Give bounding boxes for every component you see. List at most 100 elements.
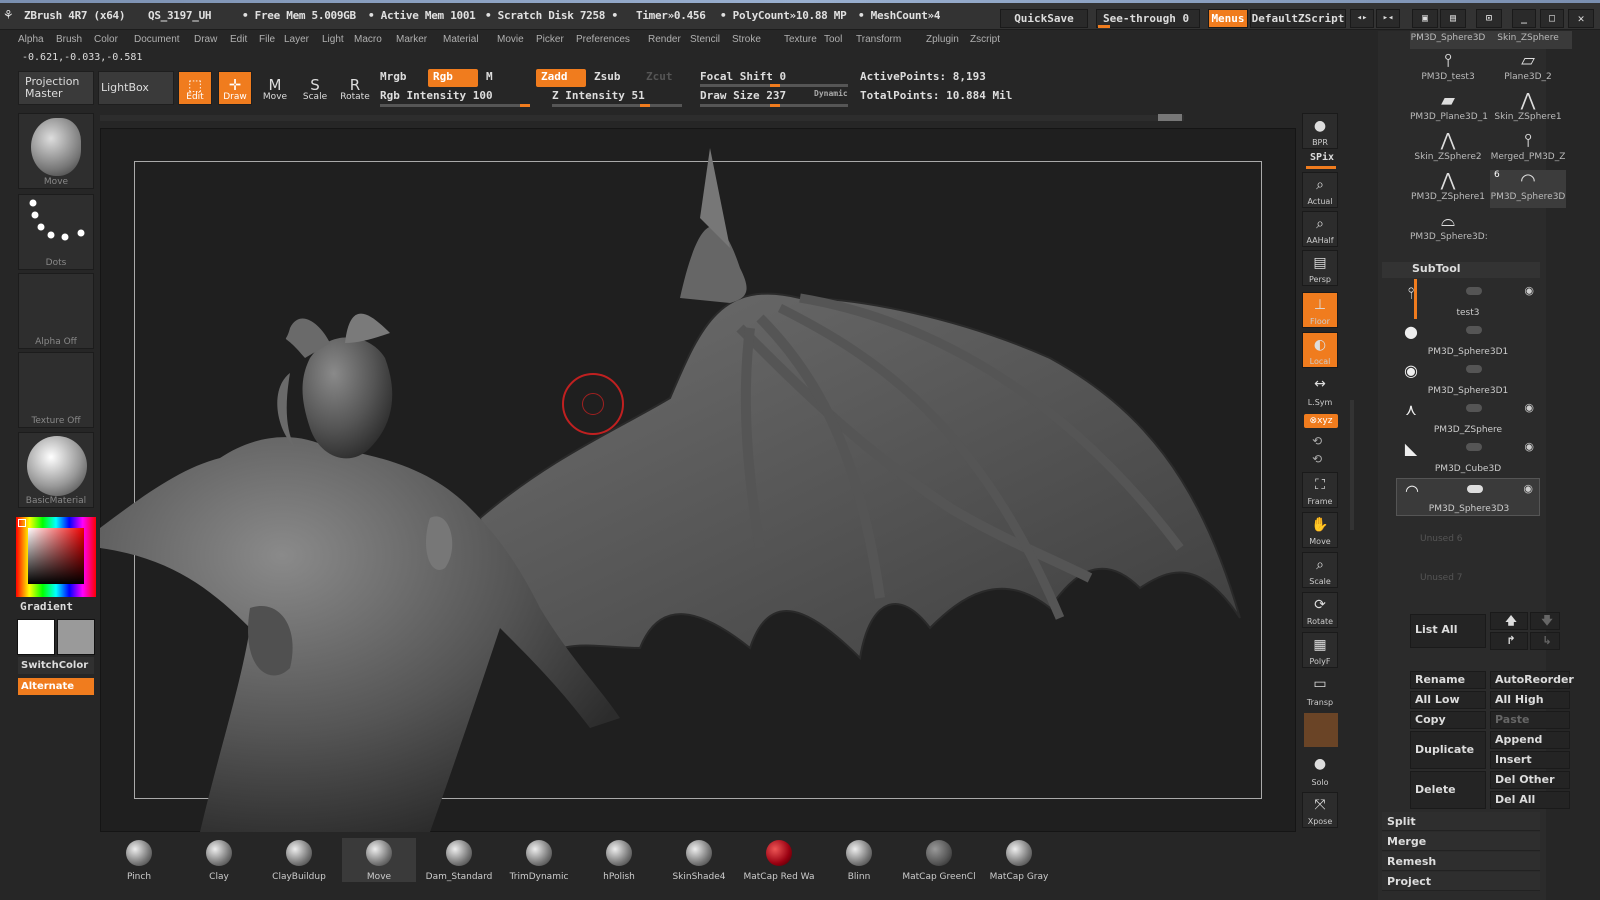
menu-alpha[interactable]: Alpha <box>18 34 44 45</box>
bpr-button[interactable]: ● BPR <box>1302 113 1338 149</box>
lock-icon[interactable]: ⊡ <box>1476 9 1502 28</box>
menu-color[interactable]: Color <box>94 34 118 45</box>
menu-zscript[interactable]: Zscript <box>970 34 1000 45</box>
subtool-3-toggle[interactable] <box>1466 404 1482 412</box>
layout-left-icon[interactable]: ◂▸ <box>1350 9 1374 28</box>
subtool-3-eye-icon[interactable]: ◉ <box>1524 401 1534 414</box>
menu-material[interactable]: Material <box>443 34 479 45</box>
switch-color-button[interactable]: SwitchColor <box>18 657 94 674</box>
scale-button[interactable]: S Scale <box>298 71 332 105</box>
menu-light[interactable]: Light <box>322 34 344 45</box>
subtool-0-eye-icon[interactable]: ◉ <box>1524 284 1534 297</box>
menu-tool[interactable]: Tool <box>824 34 842 45</box>
menu-stroke[interactable]: Stroke <box>732 34 761 45</box>
list-all-button[interactable]: List All <box>1410 614 1486 648</box>
undock-icon[interactable]: ▤ <box>1440 9 1466 28</box>
subtool-1-toggle[interactable] <box>1466 326 1482 334</box>
layout-right-icon[interactable]: ▸◂ <box>1376 9 1400 28</box>
brush-picker[interactable]: Move <box>18 113 94 189</box>
split-section[interactable]: Split <box>1382 812 1540 831</box>
move-left-arrow-icon[interactable]: ↳ <box>1530 632 1560 650</box>
ghost-button[interactable] <box>1304 713 1338 747</box>
material-picker[interactable]: BasicMaterial <box>18 432 94 508</box>
scale-view-button[interactable]: ⌕ Scale <box>1302 552 1338 588</box>
move-right-arrow-icon[interactable]: ↱ <box>1490 632 1528 650</box>
quicksave-button[interactable]: QuickSave <box>1000 9 1088 28</box>
xpose-button[interactable]: ⤧ Xpose <box>1302 792 1338 828</box>
subtool-row-0[interactable]: ⫯ ◉ test3 <box>1396 281 1540 319</box>
alternate-button[interactable]: Alternate <box>18 678 94 695</box>
subtool-4-eye-icon[interactable]: ◉ <box>1524 440 1534 453</box>
local-button[interactable]: ◐ Local <box>1302 332 1338 368</box>
menu-render[interactable]: Render <box>648 34 681 45</box>
all-low-button[interactable]: All Low <box>1410 691 1486 709</box>
menu-preferences[interactable]: Preferences <box>576 34 630 45</box>
menu-picker[interactable]: Picker <box>536 34 564 45</box>
stroke-picker[interactable]: Dots <box>18 194 94 270</box>
brush-dam-standard[interactable]: Dam_Standard <box>422 838 496 882</box>
subtool-0-toggle[interactable] <box>1466 287 1482 295</box>
color-picker-sv[interactable] <box>28 528 84 584</box>
rgb-intensity-slider[interactable] <box>380 104 530 107</box>
draw-size-knob[interactable] <box>770 104 780 107</box>
subtool-5-toggle[interactable] <box>1467 485 1483 493</box>
tool-item-3[interactable]: ▱ Plane3D_2 <box>1490 50 1566 88</box>
menu-file[interactable]: File <box>259 34 275 45</box>
menu-macro[interactable]: Macro <box>354 34 382 45</box>
shelf-scrollbar[interactable] <box>100 115 1184 121</box>
edit-button[interactable]: ⬚ Edit <box>178 71 212 105</box>
menu-stencil[interactable]: Stencil <box>690 34 720 45</box>
alpha-picker[interactable]: Alpha Off <box>18 273 94 349</box>
spix-slider[interactable] <box>1306 166 1336 169</box>
tool-item-6[interactable]: ⋀ Skin_ZSphere2 <box>1410 130 1486 168</box>
projection-master-button[interactable]: Projection Master <box>18 71 94 105</box>
brush-matcap-greencl[interactable]: MatCap GreenCl <box>902 838 976 882</box>
brush-skinshade4[interactable]: SkinShade4 <box>662 838 736 882</box>
draw-button[interactable]: ✛ Draw <box>218 71 252 105</box>
brush-hpolish[interactable]: hPolish <box>582 838 656 882</box>
rotate-button[interactable]: R Rotate <box>338 71 372 105</box>
rgb-toggle[interactable]: Rgb <box>428 69 478 87</box>
see-through-slider[interactable]: See-through 0 <box>1096 9 1200 28</box>
merge-section[interactable]: Merge <box>1382 832 1540 851</box>
minimize-icon[interactable]: _ <box>1512 9 1536 28</box>
rename-button[interactable]: Rename <box>1410 671 1486 689</box>
subtool-row-4[interactable]: ◣ ◉ PM3D_Cube3D <box>1396 437 1540 475</box>
auto-reorder-button[interactable]: AutoReorder <box>1490 671 1574 689</box>
menu-texture[interactable]: Texture <box>784 34 817 45</box>
floor-button[interactable]: ⊥ Floor <box>1302 292 1338 328</box>
rotate-axis-z-icon[interactable]: ⟲ <box>1312 452 1322 466</box>
subtool-row-1[interactable]: ● PM3D_Sphere3D1 <box>1396 320 1540 358</box>
actual-button[interactable]: ⌕ Actual <box>1302 172 1338 208</box>
copy-button[interactable]: Copy <box>1410 711 1486 729</box>
append-button[interactable]: Append <box>1490 731 1570 749</box>
move-down-arrow-icon[interactable]: 🡇 <box>1530 612 1560 630</box>
demon-sculpt-model[interactable] <box>100 128 1296 832</box>
mrgb-toggle[interactable]: Mrgb <box>380 70 407 83</box>
subtool-row-5[interactable]: ◠ ◉ PM3D_Sphere3D3 <box>1396 478 1540 516</box>
close-icon[interactable]: ✕ <box>1568 9 1594 28</box>
move-up-arrow-icon[interactable]: 🡅 <box>1490 612 1528 630</box>
delete-button[interactable]: Delete <box>1410 771 1486 809</box>
menu-document[interactable]: Document <box>134 34 180 45</box>
subtool-row-3[interactable]: ⋏ ◉ PM3D_ZSphere <box>1396 398 1540 436</box>
project-section[interactable]: Project <box>1382 872 1540 891</box>
tool-item-8[interactable]: ⋀ PM3D_ZSphere1 <box>1410 170 1486 208</box>
z-intensity-slider[interactable] <box>552 104 682 107</box>
frame-button[interactable]: ⛶ Frame <box>1302 472 1338 508</box>
subtool-row-2[interactable]: ◉ PM3D_Sphere3D1 <box>1396 359 1540 397</box>
z-intensity-knob[interactable] <box>640 104 650 107</box>
brush-move[interactable]: Move <box>342 838 416 882</box>
zbrush-logo-icon[interactable]: ⚘ <box>4 7 12 23</box>
brush-claybuildup[interactable]: ClayBuildup <box>262 838 336 882</box>
tool-item-9[interactable]: ◠ PM3D_Sphere3D <box>1490 170 1566 208</box>
lightbox-button[interactable]: LightBox <box>98 71 174 105</box>
tool-item-10[interactable]: ⌓ PM3D_Sphere3D: <box>1410 210 1488 248</box>
brush-matcap-red-wa[interactable]: MatCap Red Wa <box>742 838 816 882</box>
menu-layer[interactable]: Layer <box>284 34 309 45</box>
zcut-toggle[interactable]: Zcut <box>646 70 673 83</box>
tool-item-5[interactable]: ⋀ Skin_ZSphere1 <box>1490 90 1566 128</box>
del-other-button[interactable]: Del Other <box>1490 771 1570 789</box>
brush-matcap-gray[interactable]: MatCap Gray <box>982 838 1056 882</box>
polyf-button[interactable]: ▦ PolyF <box>1302 632 1338 668</box>
